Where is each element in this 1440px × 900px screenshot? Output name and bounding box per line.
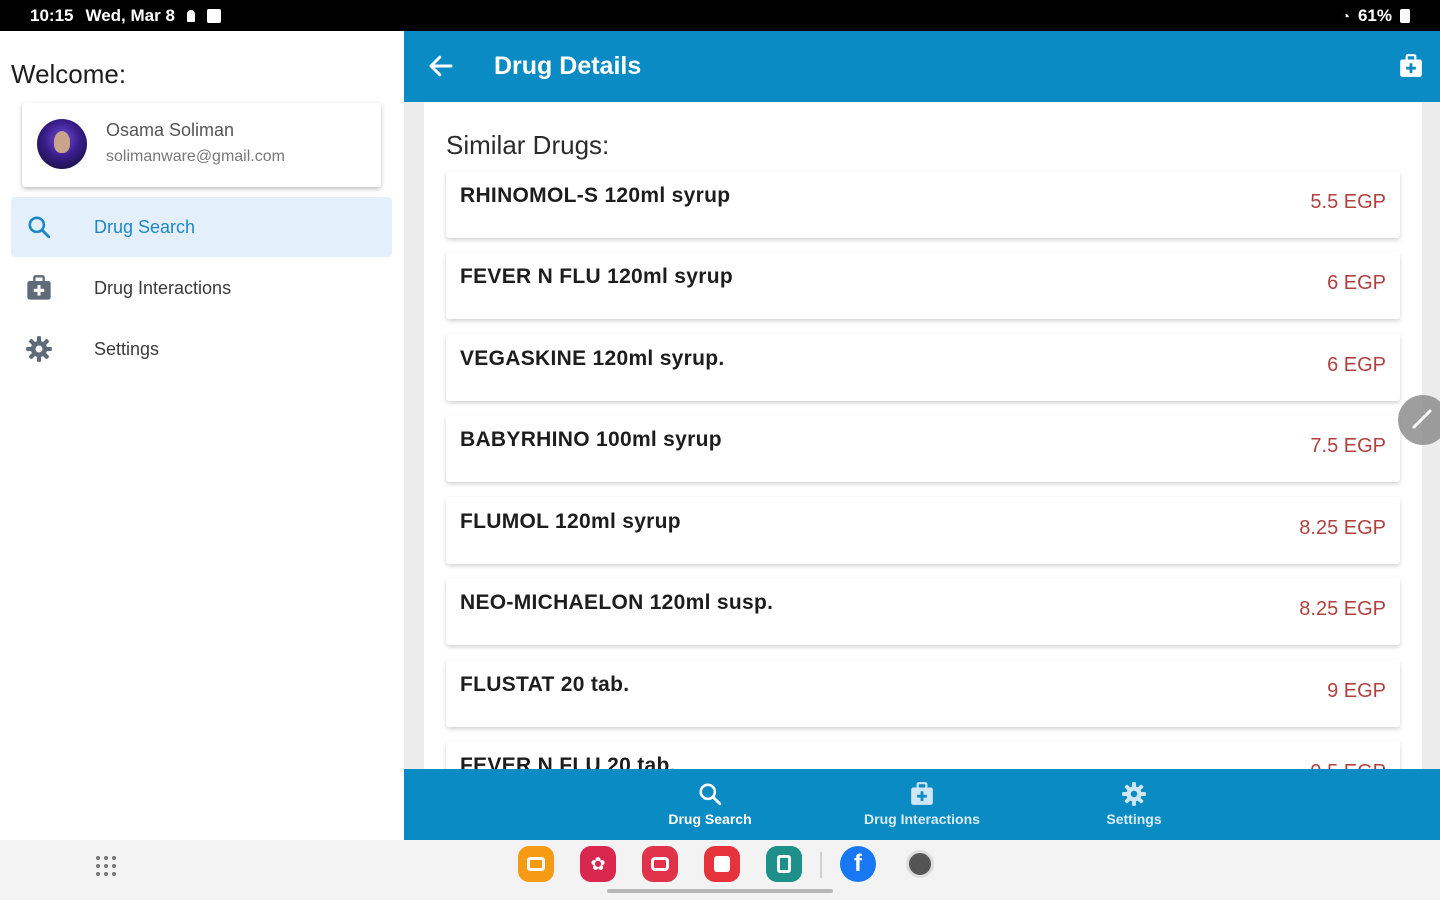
similar-drugs-panel: Similar Drugs: RHINOMOL-S 120ml syrup 5.… bbox=[424, 102, 1422, 769]
back-arrow-icon[interactable] bbox=[426, 51, 456, 81]
bottom-navigation: Drug Search Drug Interactions Settings bbox=[404, 769, 1440, 840]
list-item[interactable]: FEVER N FLU 120ml syrup 6 EGP bbox=[446, 252, 1400, 319]
list-item[interactable]: BABYRHINO 100ml syrup 7.5 EGP bbox=[446, 415, 1400, 482]
list-item[interactable]: NEO-MICHAELON 120ml susp. 8.25 EGP bbox=[446, 578, 1400, 645]
floating-edit-button[interactable] bbox=[1398, 395, 1440, 445]
sidebar-item-label: Drug Search bbox=[94, 216, 196, 237]
camera-lens-icon[interactable] bbox=[902, 846, 938, 882]
tab-drug-interactions[interactable]: Drug Interactions bbox=[832, 781, 1012, 827]
wifi-icon: ◔ bbox=[1341, 7, 1350, 24]
app-drawer-icon[interactable] bbox=[96, 854, 120, 878]
battery-icon bbox=[1400, 8, 1410, 23]
search-icon bbox=[11, 214, 67, 240]
system-taskbar: ✿ f bbox=[0, 840, 1440, 900]
drug-name: VEGASKINE 120ml syrup. bbox=[460, 347, 725, 370]
sidebar-item-label: Drug Interactions bbox=[94, 277, 232, 298]
notification-icon bbox=[186, 9, 195, 22]
drug-name: FEVER N FLU 20 tab. bbox=[460, 754, 676, 769]
drug-price: 9 EGP bbox=[1327, 680, 1386, 702]
drug-price: 9.5 EGP bbox=[1310, 761, 1386, 769]
page-title: Drug Details bbox=[494, 52, 642, 80]
tab-label: Settings bbox=[1106, 811, 1162, 827]
drug-name: FLUSTAT 20 tab. bbox=[460, 673, 630, 696]
profile-card[interactable]: Osama Soliman solimanware@gmail.com bbox=[22, 103, 381, 187]
status-time: 10:15 bbox=[30, 5, 74, 25]
tab-drug-search[interactable]: Drug Search bbox=[620, 781, 800, 827]
profile-email: solimanware@gmail.com bbox=[106, 148, 285, 165]
drug-price: 6 EGP bbox=[1327, 272, 1386, 294]
gear-icon bbox=[11, 335, 67, 363]
pencil-icon bbox=[1412, 409, 1432, 429]
drug-price: 5.5 EGP bbox=[1310, 191, 1386, 213]
facebook-icon[interactable]: f bbox=[840, 846, 876, 882]
notes-app-icon[interactable] bbox=[518, 846, 554, 882]
gallery-icon bbox=[206, 8, 221, 23]
calculator-app-icon[interactable] bbox=[766, 846, 802, 882]
app-bar: Drug Details bbox=[404, 31, 1440, 102]
list-item[interactable]: VEGASKINE 120ml syrup. 6 EGP bbox=[446, 334, 1400, 401]
list-item[interactable]: FEVER N FLU 20 tab. 9.5 EGP bbox=[446, 741, 1400, 769]
drug-price: 7.5 EGP bbox=[1310, 435, 1386, 457]
sticky-app-icon[interactable] bbox=[704, 846, 740, 882]
drug-name: BABYRHINO 100ml syrup bbox=[460, 428, 722, 451]
drug-name: RHINOMOL-S 120ml syrup bbox=[460, 184, 731, 207]
flower-app-icon[interactable]: ✿ bbox=[580, 846, 616, 882]
navigation-drawer: Welcome: Osama Soliman solimanware@gmail… bbox=[0, 31, 404, 840]
drug-price: 6 EGP bbox=[1327, 354, 1386, 376]
home-indicator[interactable] bbox=[607, 889, 833, 893]
list-item[interactable]: FLUSTAT 20 tab. 9 EGP bbox=[446, 660, 1400, 727]
gear-icon bbox=[1122, 782, 1146, 806]
sidebar-item-label: Settings bbox=[94, 338, 160, 359]
medical-kit-icon[interactable] bbox=[1398, 53, 1424, 79]
search-icon bbox=[699, 783, 722, 806]
list-item[interactable]: RHINOMOL-S 120ml syrup 5.5 EGP bbox=[446, 171, 1400, 238]
tab-settings[interactable]: Settings bbox=[1044, 781, 1224, 827]
drug-price: 8.25 EGP bbox=[1299, 517, 1386, 539]
tab-label: Drug Search bbox=[668, 811, 752, 827]
medical-kit-icon bbox=[11, 274, 67, 302]
list-item[interactable]: FLUMOL 120ml syrup 8.25 EGP bbox=[446, 497, 1400, 564]
status-bar: 10:15 Wed, Mar 8 ◔ 61% bbox=[0, 0, 1440, 31]
welcome-label: Welcome: bbox=[11, 59, 127, 89]
drug-name: FEVER N FLU 120ml syrup bbox=[460, 265, 733, 288]
tab-label: Drug Interactions bbox=[864, 811, 980, 827]
drug-name: FLUMOL 120ml syrup bbox=[460, 510, 681, 533]
sidebar-item-settings[interactable]: Settings bbox=[11, 319, 392, 379]
sidebar-item-drug-interactions[interactable]: Drug Interactions bbox=[11, 258, 392, 318]
sidebar-item-drug-search[interactable]: Drug Search bbox=[11, 197, 392, 257]
dock-divider bbox=[820, 852, 822, 878]
status-date: Wed, Mar 8 bbox=[85, 5, 175, 25]
avatar bbox=[37, 119, 87, 169]
battery-percent: 61% bbox=[1357, 5, 1392, 25]
medical-kit-icon bbox=[911, 782, 933, 805]
similar-drugs-title: Similar Drugs: bbox=[446, 130, 610, 160]
camera-app-icon[interactable] bbox=[642, 846, 678, 882]
drug-details-content[interactable]: Similar Drugs: RHINOMOL-S 120ml syrup 5.… bbox=[404, 102, 1440, 769]
drug-price: 8.25 EGP bbox=[1299, 598, 1386, 620]
profile-name: Osama Soliman bbox=[106, 120, 235, 140]
drug-name: NEO-MICHAELON 120ml susp. bbox=[460, 591, 774, 614]
